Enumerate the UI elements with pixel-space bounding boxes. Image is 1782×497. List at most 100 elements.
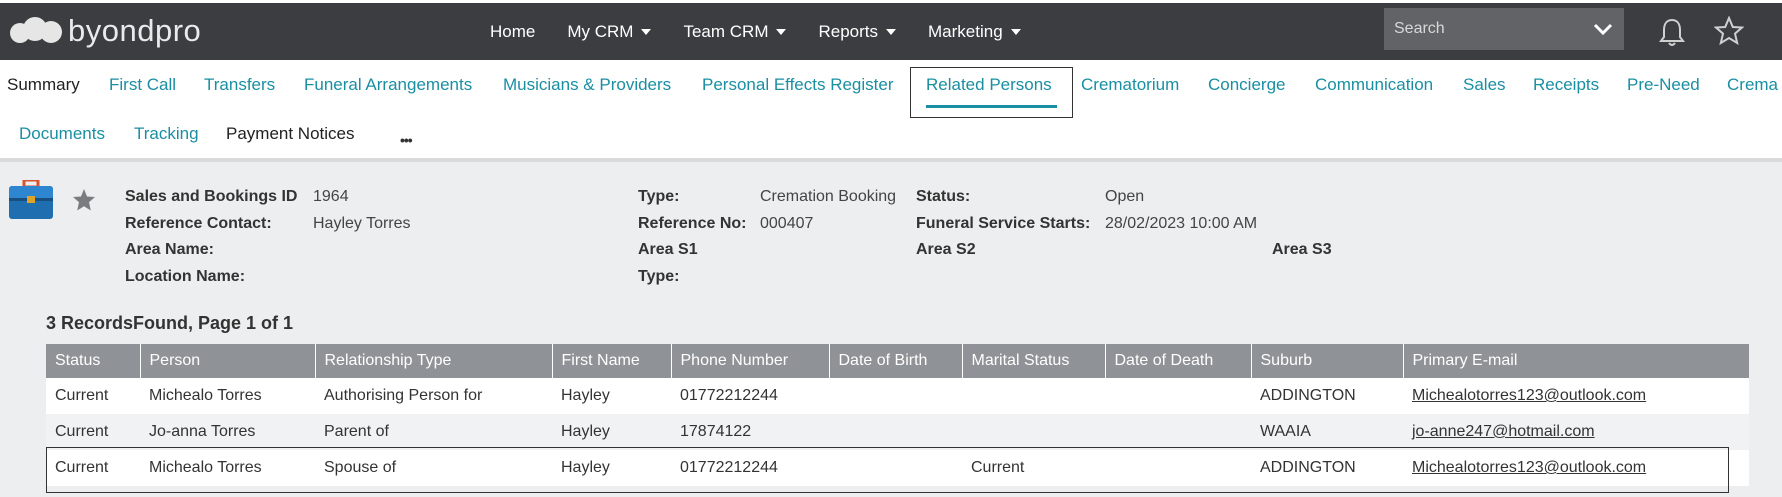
cell-person-link[interactable]: Jo-anna Torres (140, 414, 315, 450)
col-person[interactable]: Person (140, 344, 316, 378)
related-persons-table: Status Person Relationship Type First Na… (46, 344, 1749, 486)
col-date-of-birth[interactable]: Date of Birth (829, 344, 963, 378)
funeral-starts-value: 28/02/2023 10:00 AM (1105, 215, 1258, 232)
nav-reports[interactable]: Reports (818, 22, 897, 42)
top-bar: byondpro Home My CRM Team CRM Reports Ma… (0, 0, 1782, 60)
funeral-starts-label: Funeral Service Starts: (916, 215, 1091, 232)
cell-relationship-link[interactable]: Parent of (315, 414, 552, 450)
caret-down-icon (641, 28, 652, 35)
tab-musicians-providers[interactable]: Musicians & Providers (503, 75, 671, 95)
tabs-divider (0, 158, 1782, 162)
col-first-name[interactable]: First Name (552, 344, 672, 378)
col-status[interactable]: Status (46, 344, 141, 378)
reference-no-value: 000407 (760, 215, 814, 232)
reference-contact-label: Reference Contact: (125, 215, 272, 232)
tab-payment-notices[interactable]: Payment Notices (226, 124, 355, 144)
records-count: 3 RecordsFound, Page 1 of 1 (46, 313, 294, 333)
tab-tracking[interactable]: Tracking (134, 124, 199, 144)
logo[interactable]: byondpro (10, 13, 201, 49)
col-phone-number[interactable]: Phone Number (671, 344, 830, 378)
tab-related-persons[interactable]: Related Persons (926, 75, 1052, 95)
cell-dod (1105, 450, 1251, 486)
area-s3-label: Area S3 (1272, 241, 1332, 258)
col-primary-email[interactable]: Primary E-mail (1403, 344, 1749, 378)
tab-first-call[interactable]: First Call (109, 75, 176, 95)
tab-transfers[interactable]: Transfers (204, 75, 275, 95)
cell-status: Current (46, 450, 140, 486)
col-date-of-death[interactable]: Date of Death (1105, 344, 1252, 378)
main-nav: Home My CRM Team CRM Reports Marketing (490, 3, 1053, 60)
nav-team-crm[interactable]: Team CRM (683, 22, 787, 42)
logo-circles-icon (10, 13, 66, 49)
status-value: Open (1105, 188, 1145, 205)
favorite-star-icon[interactable] (72, 188, 96, 212)
cell-dod (1105, 378, 1251, 414)
table-row[interactable]: Current Michealo Torres Authorising Pers… (46, 378, 1749, 414)
type2-label: Type: (638, 268, 680, 285)
cell-first-name: Hayley (552, 378, 671, 414)
location-name-label: Location Name: (125, 268, 246, 285)
col-marital-status[interactable]: Marital Status (962, 344, 1106, 378)
table-header-row: Status Person Relationship Type First Na… (46, 344, 1749, 378)
cell-person-link[interactable]: Michealo Torres (140, 378, 315, 414)
cell-phone: 01772212244 (671, 378, 829, 414)
tab-crematorium[interactable]: Crematorium (1081, 75, 1179, 95)
search-box (1384, 8, 1624, 50)
cell-email-link[interactable]: jo-anne247@hotmail.com (1403, 414, 1749, 450)
more-tabs-icon[interactable]: ••• (400, 132, 413, 148)
tab-receipts[interactable]: Receipts (1533, 75, 1599, 95)
chevron-down-icon[interactable] (1592, 18, 1614, 40)
table-row[interactable]: Current Jo-anna Torres Parent of Hayley … (46, 414, 1749, 450)
sales-id-value: 1964 (313, 188, 349, 205)
cell-marital (962, 414, 1105, 450)
tab-pre-need[interactable]: Pre-Need (1627, 75, 1700, 95)
tab-funeral-arrangements[interactable]: Funeral Arrangements (304, 75, 472, 95)
reference-no-label: Reference No: (638, 215, 747, 232)
tab-communication[interactable]: Communication (1315, 75, 1433, 95)
bell-icon[interactable] (1658, 17, 1686, 47)
tab-documents[interactable]: Documents (19, 124, 105, 144)
cell-phone: 17874122 (671, 414, 829, 450)
nav-my-crm[interactable]: My CRM (567, 22, 652, 42)
tab-sales[interactable]: Sales (1463, 75, 1506, 95)
cell-dob (829, 378, 962, 414)
area-s1-label: Area S1 (638, 241, 698, 258)
briefcase-icon (9, 180, 53, 219)
cell-marital (962, 378, 1105, 414)
cell-relationship-link[interactable]: Spouse of (315, 450, 552, 486)
tab-concierge[interactable]: Concierge (1208, 75, 1286, 95)
caret-down-icon (776, 28, 787, 35)
nav-marketing[interactable]: Marketing (928, 22, 1021, 42)
col-relationship-type[interactable]: Relationship Type (315, 344, 553, 378)
table-row[interactable]: Current Michealo Torres Spouse of Hayley… (46, 450, 1749, 486)
type-value: Cremation Booking (760, 188, 897, 205)
cell-relationship: Authorising Person for (315, 378, 552, 414)
record-tabs: Summary First Call Transfers Funeral Arr… (0, 60, 1782, 158)
area-s2-label: Area S2 (916, 241, 976, 258)
type-label: Type: (638, 188, 680, 205)
cell-phone: 01772212244 (671, 450, 829, 486)
logo-text: byondpro (68, 13, 202, 48)
tab-crematorium-2[interactable]: Crema (1727, 75, 1778, 95)
favorites-star-icon[interactable] (1714, 16, 1744, 46)
cell-dob (829, 450, 962, 486)
cell-marital: Current (962, 450, 1105, 486)
cell-status: Current (46, 378, 140, 414)
cell-email-link[interactable]: Michealotorres123@outlook.com (1403, 450, 1749, 486)
reference-contact-value: Hayley Torres (313, 215, 411, 232)
tab-summary[interactable]: Summary (7, 75, 80, 95)
cell-suburb: ADDINGTON (1251, 450, 1403, 486)
cell-person-link[interactable]: Michealo Torres (140, 450, 315, 486)
cell-dod (1105, 414, 1251, 450)
cell-first-name: Hayley (552, 414, 671, 450)
area-name-label: Area Name: (125, 241, 214, 258)
tab-personal-effects-register[interactable]: Personal Effects Register (702, 75, 894, 95)
caret-down-icon (886, 28, 897, 35)
sales-id-label: Sales and Bookings ID (125, 188, 298, 205)
caret-down-icon (1010, 28, 1021, 35)
cell-email-link[interactable]: Michealotorres123@outlook.com (1403, 378, 1749, 414)
col-suburb[interactable]: Suburb (1251, 344, 1404, 378)
nav-home[interactable]: Home (490, 22, 535, 42)
cell-suburb: ADDINGTON (1251, 378, 1403, 414)
search-input[interactable] (1384, 8, 1584, 50)
